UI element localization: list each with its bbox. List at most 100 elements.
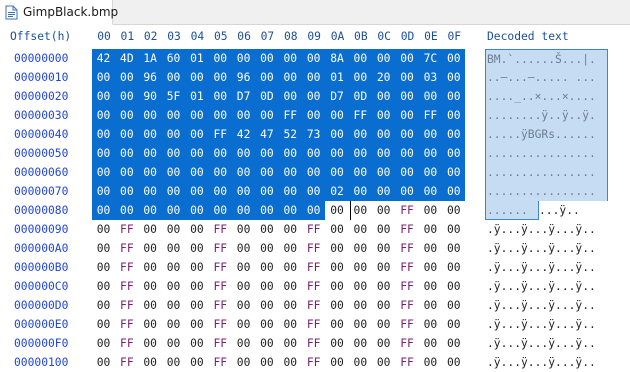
hex-byte[interactable]: FF: [115, 258, 138, 277]
hex-byte[interactable]: 00: [348, 125, 372, 144]
hex-byte[interactable]: 00: [302, 144, 326, 163]
hex-byte[interactable]: 00: [326, 353, 349, 372]
hex-byte[interactable]: 00: [92, 239, 115, 258]
hex-byte[interactable]: 00: [372, 277, 395, 296]
hex-byte[interactable]: 00: [138, 144, 162, 163]
hex-byte[interactable]: 00: [325, 106, 349, 125]
hex-byte[interactable]: 00: [418, 163, 442, 182]
hex-byte[interactable]: 00: [162, 239, 185, 258]
hex-byte[interactable]: FF: [396, 296, 419, 315]
hex-byte[interactable]: FF: [302, 220, 325, 239]
hex-byte[interactable]: 00: [348, 163, 372, 182]
hex-byte[interactable]: 96: [232, 68, 256, 87]
decoded-text[interactable]: .ÿ...ÿ...ÿ...ÿ..: [485, 296, 596, 315]
hex-byte[interactable]: FF: [115, 277, 138, 296]
hex-byte[interactable]: 00: [255, 296, 278, 315]
hex-byte[interactable]: 00: [442, 106, 466, 125]
hex-byte[interactable]: 00: [255, 163, 279, 182]
hex-byte[interactable]: 00: [372, 201, 395, 220]
hex-byte[interactable]: 00: [395, 49, 419, 68]
hex-byte[interactable]: 00: [395, 87, 419, 106]
hex-byte[interactable]: 00: [442, 220, 465, 239]
hex-byte[interactable]: 00: [138, 182, 162, 201]
hex-byte[interactable]: 00: [302, 182, 326, 201]
hex-byte[interactable]: 00: [442, 334, 465, 353]
hex-byte[interactable]: 00: [232, 353, 255, 372]
hex-byte[interactable]: 00: [185, 258, 208, 277]
hex-byte[interactable]: 00: [162, 125, 186, 144]
hex-byte[interactable]: 00: [232, 277, 255, 296]
hex-byte[interactable]: FF: [302, 353, 325, 372]
hex-byte[interactable]: 00: [278, 49, 302, 68]
hex-byte[interactable]: 00: [372, 220, 395, 239]
hex-byte[interactable]: 00: [442, 353, 465, 372]
hex-byte[interactable]: 00: [138, 106, 162, 125]
hex-byte[interactable]: 00: [326, 334, 349, 353]
hex-byte[interactable]: 20: [372, 68, 396, 87]
hex-byte[interactable]: 00: [442, 258, 465, 277]
hex-byte[interactable]: 00: [279, 220, 302, 239]
hex-byte[interactable]: 00: [255, 353, 278, 372]
hex-byte[interactable]: 00: [419, 334, 442, 353]
hex-byte[interactable]: 00: [442, 201, 465, 220]
hex-byte[interactable]: 00: [208, 106, 232, 125]
hex-byte[interactable]: 60: [162, 49, 186, 68]
decoded-text[interactable]: .ÿ...ÿ...ÿ...ÿ..: [485, 239, 596, 258]
hex-byte[interactable]: FF: [396, 239, 419, 258]
hex-byte[interactable]: FF: [418, 106, 442, 125]
hex-byte[interactable]: 00: [255, 334, 278, 353]
hex-byte[interactable]: 00: [279, 353, 302, 372]
hex-byte[interactable]: 00: [138, 125, 162, 144]
hex-byte[interactable]: 00: [139, 353, 162, 372]
hex-byte[interactable]: 01: [185, 87, 209, 106]
hex-byte[interactable]: 00: [395, 125, 419, 144]
hex-byte[interactable]: 00: [442, 144, 466, 163]
hex-byte[interactable]: 00: [326, 315, 349, 334]
decoded-text[interactable]: ...ÿ..: [539, 201, 580, 220]
hex-byte[interactable]: 00: [326, 296, 349, 315]
hex-byte[interactable]: FF: [302, 258, 325, 277]
hex-byte[interactable]: 00: [348, 49, 372, 68]
hex-byte[interactable]: 00: [419, 315, 442, 334]
hex-byte[interactable]: 00: [348, 68, 372, 87]
hex-byte[interactable]: 00: [349, 334, 372, 353]
hex-byte[interactable]: 00: [302, 87, 326, 106]
hex-byte[interactable]: 00: [255, 49, 279, 68]
hex-byte[interactable]: 00: [326, 239, 349, 258]
decoded-text-selected[interactable]: ...._..×...×....: [485, 87, 608, 106]
hex-byte[interactable]: 00: [349, 353, 372, 372]
hex-byte[interactable]: FF: [209, 258, 232, 277]
hex-byte[interactable]: 00: [278, 68, 302, 87]
hex-byte[interactable]: 00: [419, 239, 442, 258]
hex-byte[interactable]: 00: [372, 296, 395, 315]
hex-byte[interactable]: 00: [255, 144, 279, 163]
hex-byte[interactable]: 0D: [348, 87, 372, 106]
hex-byte[interactable]: 00: [255, 182, 279, 201]
hex-byte[interactable]: 00: [92, 201, 115, 220]
hex-byte[interactable]: 00: [185, 163, 209, 182]
hex-byte[interactable]: 00: [326, 258, 349, 277]
hex-byte[interactable]: 00: [326, 277, 349, 296]
hex-byte[interactable]: 90: [138, 87, 162, 106]
hex-byte[interactable]: 00: [92, 182, 115, 201]
hex-byte[interactable]: 00: [349, 201, 372, 220]
hex-byte[interactable]: FF: [209, 277, 232, 296]
hex-byte[interactable]: FF: [396, 220, 419, 239]
hex-byte[interactable]: 00: [349, 239, 372, 258]
hex-byte[interactable]: 8A: [325, 49, 349, 68]
hex-byte[interactable]: 00: [372, 258, 395, 277]
hex-byte[interactable]: 00: [162, 144, 186, 163]
hex-byte[interactable]: 00: [442, 68, 466, 87]
decoded-text-selected[interactable]: BM.`......Š...|.: [485, 49, 608, 68]
hex-byte[interactable]: 00: [162, 258, 185, 277]
hex-byte[interactable]: 00: [162, 163, 186, 182]
hex-byte[interactable]: 00: [208, 182, 232, 201]
hex-byte[interactable]: 42: [232, 125, 256, 144]
hex-byte[interactable]: 00: [92, 220, 115, 239]
hex-byte[interactable]: 00: [302, 49, 326, 68]
hex-byte[interactable]: 00: [255, 315, 278, 334]
hex-byte[interactable]: 00: [115, 125, 139, 144]
hex-byte[interactable]: 00: [278, 163, 302, 182]
hex-byte[interactable]: 00: [372, 334, 395, 353]
hex-byte[interactable]: FF: [302, 315, 325, 334]
